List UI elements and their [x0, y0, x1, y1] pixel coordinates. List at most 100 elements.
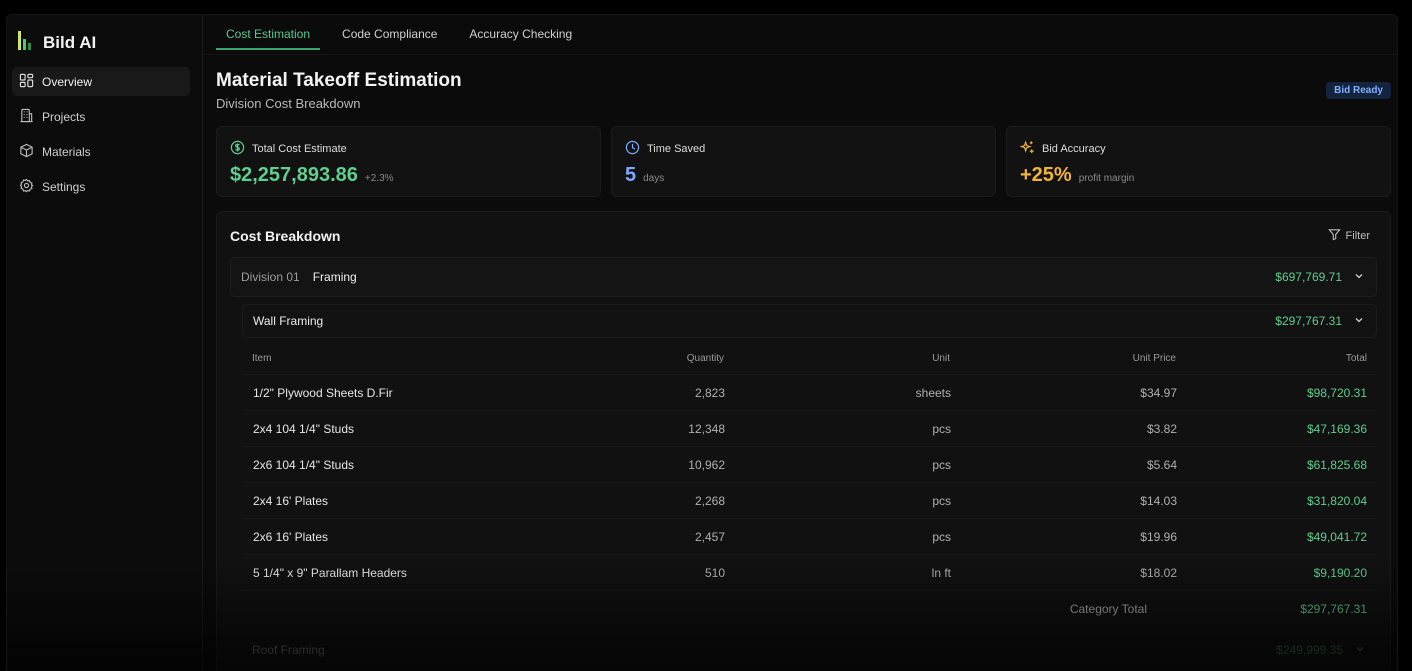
- division-number: Division 01: [241, 270, 300, 284]
- category-row[interactable]: Wall Framing $297,767.31: [242, 304, 1377, 338]
- tab-cost-estimation[interactable]: Cost Estimation: [216, 15, 321, 50]
- division-name: Framing: [312, 270, 357, 284]
- filter-button[interactable]: Filter: [1327, 228, 1370, 244]
- cell-item: 2x6 16' Plates: [253, 529, 329, 544]
- cell-quantity: 2,268: [694, 493, 725, 508]
- card-change: +2.3%: [364, 173, 394, 184]
- page-subtitle: Division Cost Breakdown: [216, 96, 361, 111]
- sidebar-item-overview[interactable]: Overview: [12, 67, 190, 96]
- status-badge: Bid Ready: [1326, 82, 1391, 99]
- card-caption: profit margin: [1078, 173, 1135, 184]
- card-label: Total Cost Estimate: [252, 143, 347, 155]
- column-header-quantity: Quantity: [686, 352, 724, 364]
- category-total: $249,999.35: [1276, 643, 1343, 657]
- cell-item: 2x6 104 1/4" Studs: [253, 457, 354, 472]
- main-content: Cost Estimation Code Compliance Accuracy…: [204, 15, 1397, 671]
- filter-icon: [1327, 228, 1341, 244]
- tab-accuracy-checking[interactable]: Accuracy Checking: [459, 15, 582, 50]
- chevron-down-icon: [1354, 312, 1364, 330]
- sidebar-item-materials[interactable]: Materials: [12, 137, 190, 166]
- cell-unit-price: $5.64: [1146, 457, 1177, 472]
- cell-total: $49,041.72: [1306, 529, 1367, 544]
- time-saved-card: Time Saved 5 days: [611, 126, 996, 197]
- division-row[interactable]: Division 01 Framing $697,769.71: [230, 257, 1377, 297]
- sidebar-item-label: Overview: [42, 74, 93, 89]
- sidebar-item-projects[interactable]: Projects: [12, 102, 190, 131]
- cell-unit-price: $34.97: [1140, 385, 1177, 400]
- chevron-down-icon: [1355, 641, 1365, 659]
- box-icon: [19, 143, 34, 161]
- sidebar-item-settings[interactable]: Settings: [12, 172, 190, 201]
- cell-total: $31,820.04: [1306, 493, 1367, 508]
- category-name: Wall Framing: [253, 314, 324, 328]
- page-title: Material Takeoff Estimation: [216, 70, 462, 91]
- layout-grid-icon: [19, 73, 34, 91]
- card-value: +25%: [1020, 164, 1072, 186]
- cell-item: 2x4 16' Plates: [253, 493, 329, 508]
- table-row[interactable]: 2x6 16' Plates 2,457 pcs $19.96 $49,041.…: [242, 518, 1377, 554]
- table-row[interactable]: 2x4 104 1/4" Studs 12,348 pcs $3.82 $47,…: [242, 410, 1377, 446]
- category-total-value: $297,767.31: [1300, 601, 1367, 616]
- card-value: $2,257,893.86: [230, 164, 358, 186]
- cell-unit-price: $3.82: [1146, 421, 1177, 436]
- cell-unit: pcs: [932, 529, 951, 544]
- category-name: Roof Framing: [252, 643, 325, 657]
- gear-icon: [19, 178, 34, 196]
- cell-item: 5 1/4" x 9" Parallam Headers: [253, 565, 407, 580]
- total-cost-card: Total Cost Estimate $2,257,893.86 +2.3%: [216, 126, 601, 197]
- sidebar-item-label: Materials: [42, 144, 91, 159]
- app-window: Bild AI Overview Projects Materials Sett…: [6, 14, 1398, 671]
- table-row[interactable]: 2x6 104 1/4" Studs 10,962 pcs $5.64 $61,…: [242, 446, 1377, 482]
- category-row-roof-framing[interactable]: Roof Framing $249,999.35: [242, 634, 1377, 666]
- filter-label: Filter: [1345, 230, 1370, 242]
- logo-icon: [17, 29, 33, 56]
- cell-unit: pcs: [932, 493, 951, 508]
- tab-bar: Cost Estimation Code Compliance Accuracy…: [216, 15, 594, 50]
- table-row[interactable]: 5 1/4" x 9" Parallam Headers 510 ln ft $…: [242, 554, 1377, 590]
- cell-quantity: 2,823: [694, 385, 725, 400]
- summary-cards: Total Cost Estimate $2,257,893.86 +2.3% …: [216, 126, 1391, 197]
- column-header-unit-price: Unit Price: [1132, 352, 1176, 364]
- column-header-total: Total: [1345, 352, 1367, 364]
- sidebar-nav: Overview Projects Materials Settings: [12, 67, 190, 207]
- cell-unit: ln ft: [931, 565, 951, 580]
- card-unit: days: [643, 173, 665, 184]
- cell-item: 1/2" Plywood Sheets D.Fir: [253, 385, 393, 400]
- tab-code-compliance[interactable]: Code Compliance: [332, 15, 447, 50]
- cell-quantity: 2,457: [694, 529, 725, 544]
- table-header: Item Quantity Unit Unit Price Total: [242, 342, 1377, 374]
- app-name: Bild AI: [43, 32, 97, 52]
- bid-accuracy-card: Bid Accuracy +25% profit margin: [1006, 126, 1391, 197]
- card-value: 5: [625, 164, 637, 186]
- card-label: Time Saved: [647, 143, 706, 155]
- cell-item: 2x4 104 1/4" Studs: [253, 421, 354, 436]
- cell-total: $61,825.68: [1306, 457, 1367, 472]
- materials-table: Item Quantity Unit Unit Price Total 1/2"…: [242, 342, 1377, 626]
- table-row[interactable]: 1/2" Plywood Sheets D.Fir 2,823 sheets $…: [242, 374, 1377, 410]
- cell-unit: pcs: [932, 421, 951, 436]
- cell-unit: pcs: [932, 457, 951, 472]
- cost-breakdown-panel: Cost Breakdown Filter Division 01 Framin…: [216, 211, 1391, 671]
- chevron-down-icon: [1354, 268, 1364, 286]
- cell-unit: sheets: [915, 385, 951, 400]
- sidebar-item-label: Settings: [42, 179, 86, 194]
- building-icon: [19, 108, 34, 126]
- division-total: $697,769.71: [1275, 270, 1342, 284]
- brand[interactable]: Bild AI: [17, 29, 96, 56]
- column-header-unit: Unit: [932, 352, 950, 364]
- cell-quantity: 12,348: [688, 421, 725, 436]
- cell-unit-price: $18.02: [1140, 565, 1177, 580]
- table-row[interactable]: 2x4 16' Plates 2,268 pcs $14.03 $31,820.…: [242, 482, 1377, 518]
- cell-unit-price: $19.96: [1140, 529, 1177, 544]
- tab-divider: [204, 54, 1397, 55]
- column-header-item: Item: [252, 352, 272, 364]
- sidebar: Bild AI Overview Projects Materials Sett…: [7, 15, 203, 671]
- clock-icon: [625, 140, 640, 158]
- cell-unit-price: $14.03: [1140, 493, 1177, 508]
- cell-total: $98,720.31: [1306, 385, 1367, 400]
- card-label: Bid Accuracy: [1042, 143, 1106, 155]
- sparkles-icon: [1019, 140, 1035, 158]
- cell-total: $9,190.20: [1313, 565, 1367, 580]
- panel-title: Cost Breakdown: [230, 228, 341, 244]
- category-total-row: Category Total $297,767.31: [242, 590, 1377, 626]
